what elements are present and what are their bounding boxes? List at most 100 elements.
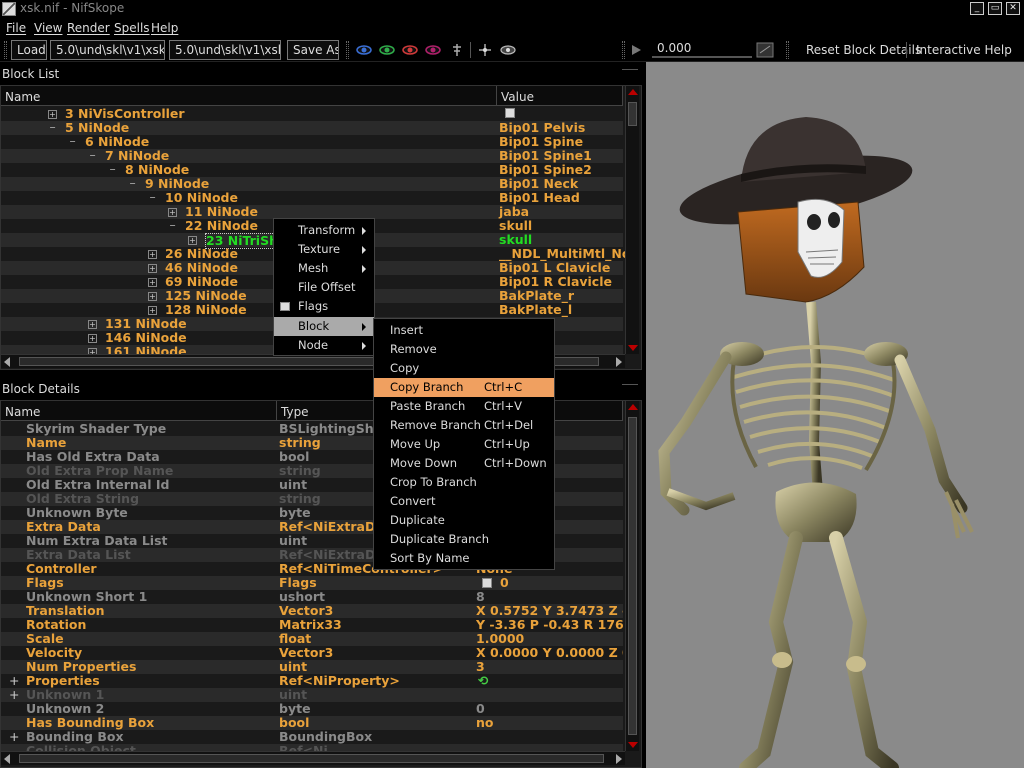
link-icon[interactable]: ⟲ bbox=[478, 674, 488, 688]
time-slider-track[interactable] bbox=[652, 56, 752, 58]
scroll-thumb[interactable] bbox=[628, 417, 637, 735]
block-menu-item-crop-to-branch[interactable]: Crop To Branch bbox=[374, 473, 554, 492]
context-menu-item-texture[interactable]: Texture bbox=[274, 240, 374, 259]
eye-green-icon[interactable] bbox=[379, 43, 395, 57]
detail-value[interactable]: Y -3.36 P -0.43 R 176.3 bbox=[476, 618, 623, 632]
menu-view[interactable]: View bbox=[34, 21, 62, 35]
collapse-icon[interactable]: − bbox=[68, 138, 77, 147]
block-menu-item-move-up[interactable]: Move Up Ctrl+Up bbox=[374, 435, 554, 454]
minimize-button[interactable]: _ bbox=[970, 2, 984, 15]
toolbar-grip[interactable] bbox=[786, 41, 789, 59]
detail-row[interactable]: Velocity Vector3 X 0.0000 Y 0.0000 Z 0.0 bbox=[1, 646, 623, 660]
eye-blue-icon[interactable] bbox=[356, 43, 372, 57]
expand-icon[interactable]: + bbox=[148, 264, 157, 273]
expand-icon[interactable]: + bbox=[168, 208, 177, 217]
context-menu-item-block[interactable]: Block bbox=[274, 317, 374, 336]
view-eye-icon[interactable] bbox=[500, 43, 516, 57]
tree-row[interactable]: +11 NiNode jaba bbox=[1, 205, 623, 219]
expand-icon[interactable]: + bbox=[9, 674, 19, 688]
tree-row[interactable]: −9 NiNode Bip01 Neck bbox=[1, 177, 623, 191]
toolbar-grip[interactable] bbox=[4, 41, 7, 59]
block-menu-item-convert[interactable]: Convert bbox=[374, 492, 554, 511]
maximize-button[interactable]: ▭ bbox=[988, 2, 1002, 15]
detail-row[interactable]: Unknown Short 1 ushort 8 bbox=[1, 590, 623, 604]
tree-row[interactable]: −8 NiNode Bip01 Spine2 bbox=[1, 163, 623, 177]
detail-value[interactable]: 0 bbox=[476, 702, 623, 716]
scroll-left-icon[interactable] bbox=[4, 357, 10, 367]
expand-icon[interactable]: + bbox=[148, 278, 157, 287]
reset-block-details-button[interactable]: Reset Block Details bbox=[806, 43, 921, 57]
detail-value[interactable]: no bbox=[476, 716, 623, 730]
menu-render[interactable]: Render bbox=[67, 21, 110, 35]
block-menu-item-duplicate[interactable]: Duplicate bbox=[374, 511, 554, 530]
block-menu-item-move-down[interactable]: Move Down Ctrl+Down bbox=[374, 454, 554, 473]
toolbar-grip[interactable] bbox=[622, 41, 625, 59]
expand-icon[interactable]: + bbox=[88, 320, 97, 329]
expand-icon[interactable]: + bbox=[88, 334, 97, 343]
detail-row[interactable]: Scale float 1.0000 bbox=[1, 632, 623, 646]
tree-row[interactable]: −7 NiNode Bip01 Spine1 bbox=[1, 149, 623, 163]
detail-row[interactable]: + Properties Ref<NiProperty> ⟲ bbox=[1, 674, 623, 688]
detail-row[interactable]: Num Properties uint 3 bbox=[1, 660, 623, 674]
scroll-right-icon[interactable] bbox=[616, 754, 622, 764]
expand-icon[interactable]: + bbox=[148, 250, 157, 259]
scroll-down-icon[interactable] bbox=[628, 742, 638, 748]
block-list-vscroll[interactable] bbox=[625, 86, 639, 354]
toolbar-grip[interactable] bbox=[346, 41, 349, 59]
load-path-field[interactable]: 5.0\und\skl\v1\xsk.nif bbox=[50, 40, 165, 60]
eye-magenta-icon[interactable] bbox=[425, 43, 441, 57]
expand-icon[interactable]: + bbox=[148, 306, 157, 315]
collapse-icon[interactable]: − bbox=[88, 152, 97, 161]
block-menu-item-copy-branch[interactable]: Copy Branch Ctrl+C bbox=[374, 378, 554, 397]
close-button[interactable]: ✕ bbox=[1006, 2, 1020, 15]
save-as-button[interactable]: Save As bbox=[287, 40, 339, 60]
render-viewport[interactable] bbox=[646, 62, 1024, 768]
expand-icon[interactable]: + bbox=[188, 236, 197, 245]
skeleton-toggle-icon[interactable] bbox=[449, 43, 465, 57]
tree-row[interactable]: +3 NiVisController bbox=[1, 107, 623, 121]
menu-file[interactable]: File bbox=[6, 21, 26, 35]
tree-row[interactable]: −6 NiNode Bip01 Spine bbox=[1, 135, 623, 149]
scroll-right-icon[interactable] bbox=[616, 357, 622, 367]
detail-value[interactable]: ⟲ bbox=[476, 674, 623, 688]
scroll-up-icon[interactable] bbox=[628, 89, 638, 95]
play-icon[interactable] bbox=[628, 43, 644, 57]
interactive-help-button[interactable]: Interactive Help bbox=[916, 43, 1012, 57]
detail-row[interactable]: + Bounding Box BoundingBox bbox=[1, 730, 623, 744]
block-menu-item-remove[interactable]: Remove bbox=[374, 340, 554, 359]
menu-spells[interactable]: Spells bbox=[114, 21, 150, 35]
tree-row[interactable]: −5 NiNode Bip01 Pelvis bbox=[1, 121, 623, 135]
collapse-icon[interactable]: − bbox=[48, 124, 57, 133]
dock-controls[interactable] bbox=[622, 384, 638, 392]
detail-value[interactable]: X 0.0000 Y 0.0000 Z 0.0 bbox=[476, 646, 623, 660]
block-details-hscroll[interactable] bbox=[1, 751, 625, 765]
detail-row[interactable]: Rotation Matrix33 Y -3.36 P -0.43 R 176.3 bbox=[1, 618, 623, 632]
scroll-thumb[interactable] bbox=[19, 754, 604, 763]
expand-icon[interactable]: + bbox=[9, 730, 19, 744]
block-menu-item-sort-by-name[interactable]: Sort By Name bbox=[374, 549, 554, 568]
detail-value[interactable]: 3 bbox=[476, 660, 623, 674]
scroll-down-icon[interactable] bbox=[628, 345, 638, 351]
details-header-name[interactable]: Name bbox=[1, 401, 277, 421]
menu-help[interactable]: Help bbox=[151, 21, 178, 35]
block-list-header-name[interactable]: Name bbox=[1, 86, 497, 106]
expand-icon[interactable]: + bbox=[148, 292, 157, 301]
detail-value[interactable]: X 0.5752 Y 3.7473 Z -5. bbox=[476, 604, 623, 618]
detail-value[interactable]: 0 bbox=[476, 576, 623, 590]
detail-row[interactable]: Unknown 2 byte 0 bbox=[1, 702, 623, 716]
detail-row[interactable]: Has Bounding Box bool no bbox=[1, 716, 623, 730]
collapse-icon[interactable]: − bbox=[128, 180, 137, 189]
detail-row[interactable]: Translation Vector3 X 0.5752 Y 3.7473 Z -5… bbox=[1, 604, 623, 618]
context-menu-item-flags[interactable]: Flags bbox=[274, 297, 374, 316]
save-path-field[interactable]: 5.0\und\skl\v1\xsk.nif bbox=[169, 40, 281, 60]
loop-icon[interactable] bbox=[756, 42, 774, 58]
dock-controls[interactable] bbox=[622, 69, 638, 77]
block-list-header-value[interactable]: Value bbox=[497, 86, 623, 106]
block-menu-item-paste-branch[interactable]: Paste Branch Ctrl+V bbox=[374, 397, 554, 416]
load-button[interactable]: Load bbox=[11, 40, 47, 60]
collapse-icon[interactable]: − bbox=[168, 222, 177, 231]
scroll-up-icon[interactable] bbox=[628, 404, 638, 410]
context-menu-item-transform[interactable]: Transform bbox=[274, 221, 374, 240]
context-menu-item-node[interactable]: Node bbox=[274, 336, 374, 355]
collapse-icon[interactable]: − bbox=[108, 166, 117, 175]
